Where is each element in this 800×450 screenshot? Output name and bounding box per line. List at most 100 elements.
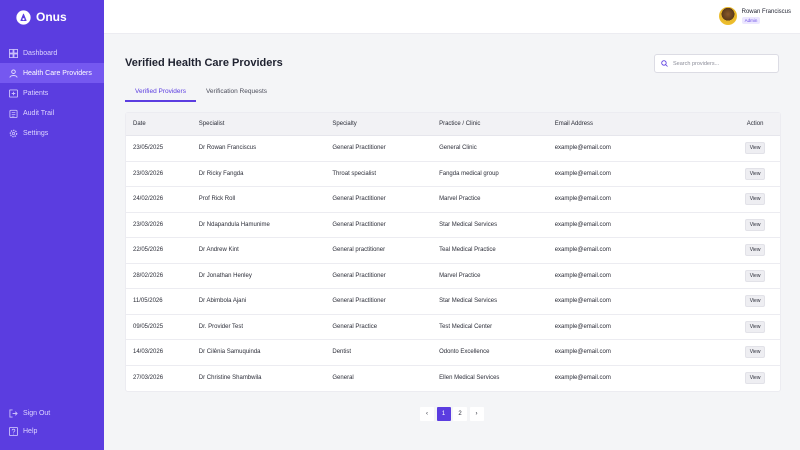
tab-verified-providers[interactable]: Verified Providers bbox=[125, 85, 196, 102]
sidebar-item-patients[interactable]: Patients bbox=[0, 83, 104, 103]
sidebar-item-label: Audit Trail bbox=[23, 109, 55, 117]
providers-table: Date Specialist Specialty Practice / Cli… bbox=[125, 112, 781, 392]
cell-specialist: Dr Rowan Franciscus bbox=[198, 145, 257, 152]
cell-date: 23/03/2026 bbox=[133, 170, 164, 177]
view-button[interactable]: View bbox=[744, 346, 766, 359]
avatar bbox=[718, 7, 737, 25]
cell-specialist: Dr Ricky Fangda bbox=[198, 170, 244, 177]
cell-email: example@email.com bbox=[554, 272, 611, 279]
cell-specialist: Dr Ndapandula Hamunime bbox=[198, 221, 270, 228]
cell-email: example@email.com bbox=[554, 145, 611, 152]
cell-date: 28/02/2026 bbox=[133, 272, 164, 279]
role-badge: Admin bbox=[741, 16, 761, 24]
cell-practice: Test Medical Center bbox=[439, 323, 493, 330]
onus-logo-icon bbox=[16, 9, 31, 25]
cell-specialty: General practitioner bbox=[332, 247, 386, 254]
view-button[interactable]: View bbox=[744, 372, 766, 385]
cell-email: example@email.com bbox=[554, 247, 611, 254]
sidebar-nav: Dashboard Health Care Providers Patients… bbox=[0, 43, 104, 143]
cell-practice: Marvel Practice bbox=[439, 272, 481, 279]
sidebar-item-health-care-providers[interactable]: Health Care Providers bbox=[0, 63, 104, 83]
next-page-button[interactable]: › bbox=[469, 407, 484, 421]
table-row: 24/02/2026 Prof Rick Roll General Practi… bbox=[126, 187, 780, 213]
table-row: 23/05/2025 Dr Rowan Franciscus General P… bbox=[126, 136, 780, 162]
table-row: 28/02/2026 Dr Jonathan Henley General Pr… bbox=[126, 264, 780, 289]
header-action: Action bbox=[746, 121, 764, 127]
cell-email: example@email.com bbox=[554, 298, 611, 305]
sidebar: Onus Dashboard Health Care Providers Pat… bbox=[0, 0, 104, 450]
cell-practice: General Clinic bbox=[439, 145, 477, 152]
cell-email: example@email.com bbox=[554, 323, 611, 330]
sidebar-bottom: Sign Out Help bbox=[0, 404, 104, 440]
cell-specialty: General Practice bbox=[332, 323, 378, 330]
help-icon bbox=[9, 426, 18, 436]
page-1-button[interactable]: 1 bbox=[436, 407, 451, 421]
sidebar-item-dashboard[interactable]: Dashboard bbox=[0, 43, 104, 63]
cell-specialist: Dr Jonathan Henley bbox=[198, 272, 252, 279]
brand-name: Onus bbox=[36, 10, 67, 24]
sidebar-item-label: Sign Out bbox=[23, 409, 51, 417]
table-header: Date Specialist Specialty Practice / Cli… bbox=[126, 113, 780, 136]
cell-specialty: General Practitioner bbox=[332, 272, 386, 279]
cell-action: View bbox=[730, 346, 780, 359]
view-button[interactable]: View bbox=[744, 167, 766, 180]
sidebar-item-settings[interactable]: Settings bbox=[0, 123, 104, 143]
page-2-button[interactable]: 2 bbox=[453, 407, 467, 421]
header-practice[interactable]: Practice / Clinic bbox=[439, 121, 555, 127]
view-button[interactable]: View bbox=[744, 218, 766, 231]
header-date[interactable]: Date bbox=[126, 121, 199, 127]
tab-verification-requests[interactable]: Verification Requests bbox=[196, 85, 277, 102]
gear-icon bbox=[9, 129, 18, 137]
sidebar-item-audit-trail[interactable]: Audit Trail bbox=[0, 103, 104, 123]
cell-specialty: Throat specialist bbox=[332, 170, 377, 177]
sign-out-icon bbox=[9, 408, 18, 418]
cell-practice: Teal Medical Practice bbox=[439, 247, 496, 254]
cell-date: 24/02/2026 bbox=[133, 196, 164, 203]
cell-date: 27/03/2026 bbox=[133, 375, 164, 382]
cell-date: 22/05/2026 bbox=[133, 247, 164, 254]
cell-action: View bbox=[730, 142, 780, 155]
table-row: 11/05/2026 Dr Abimbola Ajani General Pra… bbox=[126, 289, 780, 315]
topbar: Rowan Franciscus Admin bbox=[104, 0, 800, 34]
view-button[interactable]: View bbox=[744, 193, 766, 206]
cell-specialty: Dentist bbox=[332, 349, 352, 356]
view-button[interactable]: View bbox=[744, 295, 766, 308]
tabs: Verified Providers Verification Requests bbox=[125, 85, 277, 102]
dashboard-icon bbox=[9, 48, 18, 58]
cell-date: 09/05/2025 bbox=[133, 323, 164, 330]
sidebar-item-label: Patients bbox=[23, 89, 49, 97]
search-input[interactable] bbox=[673, 60, 773, 67]
brand[interactable]: Onus bbox=[16, 8, 67, 26]
header-specialty[interactable]: Specialty bbox=[332, 121, 439, 127]
sidebar-item-label: Help bbox=[23, 427, 38, 435]
cell-specialty: General Practitioner bbox=[332, 298, 386, 305]
header-email[interactable]: Email Address bbox=[555, 121, 730, 127]
cell-email: example@email.com bbox=[554, 221, 611, 228]
prev-page-button[interactable]: ‹ bbox=[420, 407, 434, 421]
cell-specialist: Dr Cilênia Samuquinda bbox=[198, 349, 261, 356]
cell-email: example@email.com bbox=[554, 170, 611, 177]
search-box[interactable] bbox=[654, 54, 779, 73]
header-specialist[interactable]: Specialist bbox=[199, 121, 333, 127]
view-button[interactable]: View bbox=[744, 320, 766, 333]
cell-specialty: General Practitioner bbox=[332, 196, 386, 203]
view-button[interactable]: View bbox=[744, 269, 766, 282]
view-button[interactable]: View bbox=[744, 142, 766, 155]
sidebar-item-label: Settings bbox=[23, 129, 49, 137]
table-row: 14/03/2026 Dr Cilênia Samuquinda Dentist… bbox=[126, 340, 780, 366]
patients-icon bbox=[9, 88, 18, 98]
view-button[interactable]: View bbox=[744, 244, 766, 257]
user-name: Rowan Franciscus bbox=[741, 8, 791, 15]
table-row: 09/05/2025 Dr. Provider Test General Pra… bbox=[126, 315, 780, 340]
help-button[interactable]: Help bbox=[0, 422, 104, 440]
users-icon bbox=[9, 68, 18, 78]
user-menu[interactable]: Rowan Franciscus Admin bbox=[718, 7, 791, 25]
cell-action: View bbox=[730, 167, 780, 180]
cell-email: example@email.com bbox=[554, 196, 611, 203]
cell-email: example@email.com bbox=[554, 375, 611, 382]
sidebar-item-label: Dashboard bbox=[23, 49, 58, 57]
table-row: 22/05/2026 Dr Andrew Kint General practi… bbox=[126, 238, 780, 264]
sign-out-button[interactable]: Sign Out bbox=[0, 404, 104, 422]
cell-practice: Odonto Excellence bbox=[439, 349, 490, 356]
table-row: 23/03/2026 Dr Ricky Fangda Throat specia… bbox=[126, 162, 780, 187]
